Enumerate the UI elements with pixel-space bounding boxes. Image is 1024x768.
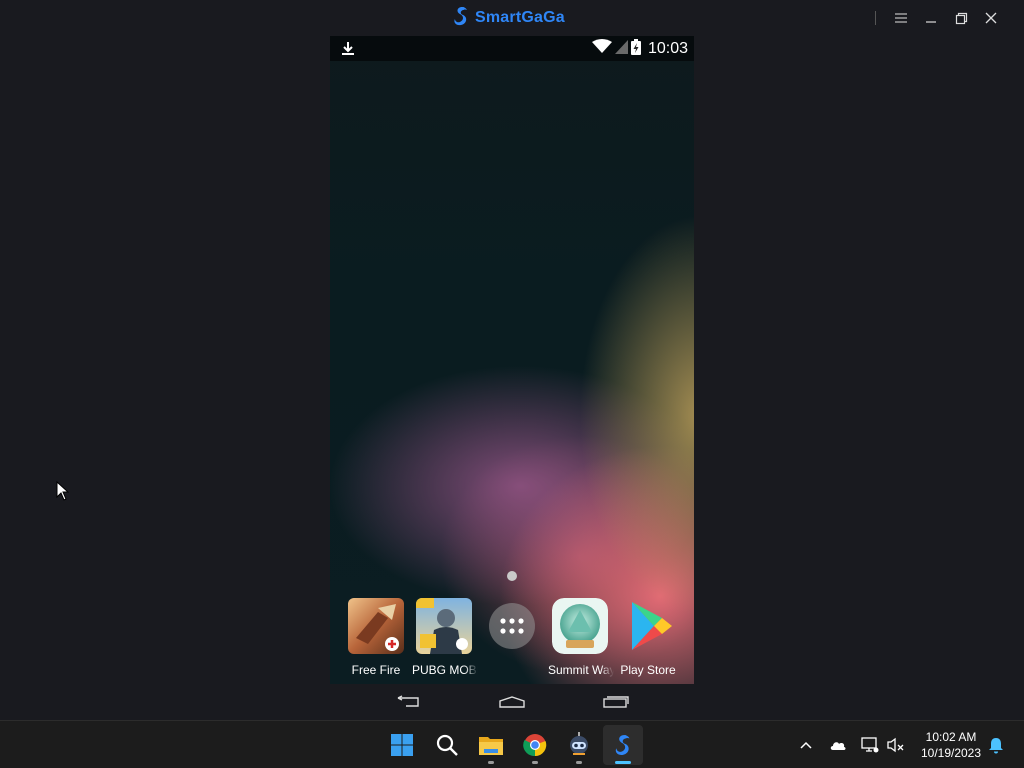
bell-icon [989,737,1003,753]
app-play-store[interactable]: Play Store [613,596,683,677]
controls-divider [875,11,876,25]
taskbar-chrome[interactable] [515,725,555,765]
download-icon [341,41,355,61]
search-icon [436,734,458,756]
app-summit-way[interactable]: Summit Way [545,596,615,677]
robot-app-icon [570,732,588,755]
recents-icon [603,696,629,708]
tray-onedrive[interactable] [828,735,848,755]
windows-taskbar: 10:02 AM 10/19/2023 [0,720,1024,768]
minimize-icon [926,21,936,23]
android-status-bar[interactable]: 10:03 [330,36,694,61]
emulator-title-bar: SmartGaGa [0,0,1024,36]
file-explorer-icon [479,737,503,755]
clock-date: 10/19/2023 [920,746,982,760]
brand: SmartGaGa [452,5,565,32]
tray-volume[interactable] [886,735,906,755]
close-icon [985,12,997,24]
android-nav-bar [330,684,694,720]
app-label: PUBG MOBILE [412,663,478,677]
tray-network[interactable] [860,735,880,755]
taskbar-file-explorer[interactable] [471,725,511,765]
cell-signal-icon [614,39,628,59]
battery-charging-icon [630,38,641,60]
running-indicator [532,761,538,764]
smartgaga-icon [615,735,630,755]
summit-way-icon [552,598,608,654]
close-button[interactable] [976,8,1006,28]
running-indicator [576,761,582,764]
app-drawer-button[interactable] [477,596,547,649]
taskbar-search-button[interactable] [427,725,467,765]
page-indicator-dot [507,571,517,581]
taskbar-robot-app[interactable] [559,725,599,765]
app-free-fire[interactable]: Free Fire [341,596,411,677]
app-title: SmartGaGa [475,9,565,26]
active-indicator [615,761,631,764]
restore-icon [955,12,967,24]
app-label: Summit Way [548,663,614,677]
play-store-icon [620,598,676,654]
window-controls [875,8,1006,28]
back-button[interactable] [392,693,424,711]
free-fire-icon [348,598,404,654]
windows-start-icon [391,734,413,756]
home-button[interactable] [496,693,528,711]
taskbar-smartgaga[interactable] [603,725,643,765]
menu-icon [895,13,907,23]
taskbar-clock[interactable]: 10:02 AM 10/19/2023 [914,729,988,761]
tray-overflow-button[interactable] [796,735,816,755]
app-pubg-mobile[interactable]: PUBG MOBILE [409,596,479,677]
wifi-icon [591,39,612,59]
chevron-up-icon [800,741,812,749]
app-label: Play Store [620,663,676,677]
onedrive-cloud-icon [830,742,846,750]
app-drawer-icon [489,603,535,649]
back-icon [397,695,419,707]
network-icon [861,737,879,753]
minimize-button[interactable] [916,8,946,28]
volume-muted-icon [887,737,904,753]
menu-button[interactable] [886,8,916,28]
notification-center-button[interactable] [986,735,1006,755]
recents-button[interactable] [600,693,632,711]
android-home-screen[interactable]: 10:03 Free Fire PUBG MOB Summit Way Play… [330,36,694,684]
chrome-icon [523,734,547,757]
status-time: 10:03 [647,40,688,57]
smartgaga-logo-icon [452,5,470,32]
clock-time: 10:02 AM [925,730,977,744]
taskbar-start-button[interactable] [382,725,422,765]
home-icon [499,696,525,708]
home-dock: Free Fire PUBG MOBILE [330,596,694,684]
running-indicator [488,761,494,764]
pubg-mobile-icon [416,598,472,654]
app-label: Free Fire [351,663,401,677]
restore-button[interactable] [946,8,976,28]
mouse-cursor-icon [56,480,70,506]
status-icons: 10:03 [591,38,688,60]
